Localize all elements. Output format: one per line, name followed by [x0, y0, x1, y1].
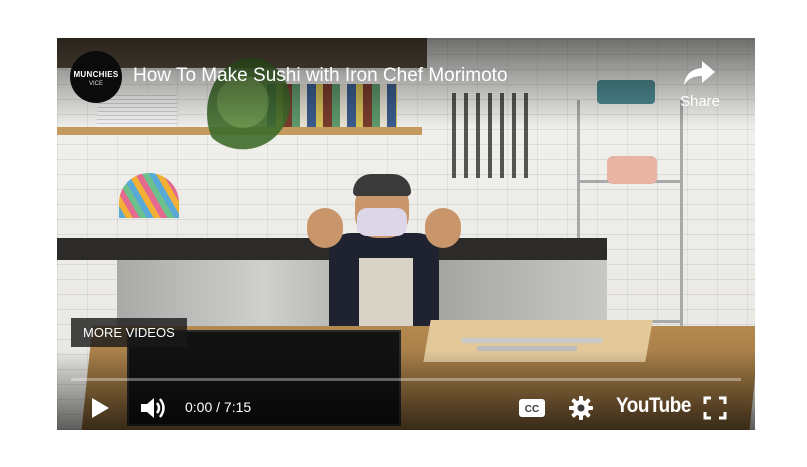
- fullscreen-button[interactable]: [699, 388, 731, 428]
- channel-avatar-subtext: VICE: [88, 81, 103, 87]
- share-arrow-icon: [684, 61, 715, 85]
- volume-button[interactable]: [135, 388, 171, 428]
- share-label: Share: [679, 93, 721, 110]
- more-videos-button[interactable]: MORE VIDEOS: [71, 318, 187, 347]
- channel-avatar[interactable]: MUNCHIES VICE: [70, 51, 122, 103]
- youtube-logo[interactable]: YouTube: [616, 394, 691, 418]
- gear-icon: [569, 396, 593, 420]
- scene-knife: [462, 338, 602, 343]
- share-button[interactable]: Share: [665, 58, 735, 110]
- svg-text:CC: CC: [525, 404, 539, 415]
- play-button[interactable]: [83, 388, 117, 428]
- video-title[interactable]: How To Make Sushi with Iron Chef Morimot…: [133, 65, 508, 87]
- scene-pink-pot: [607, 156, 657, 184]
- progress-bar[interactable]: [71, 378, 741, 381]
- captions-icon: CC: [519, 399, 545, 417]
- control-bar: 0:00 / 7:15 CC YouTube: [57, 388, 755, 430]
- volume-icon: [141, 398, 165, 418]
- settings-button[interactable]: [563, 388, 599, 428]
- fullscreen-icon: [703, 396, 727, 420]
- play-icon: [92, 398, 109, 418]
- time-display: 0:00 / 7:15: [185, 399, 252, 415]
- channel-avatar-text: MUNCHIES: [73, 70, 119, 79]
- captions-button[interactable]: CC: [515, 388, 549, 428]
- video-player[interactable]: MUNCHIES VICE How To Make Sushi with Iro…: [57, 38, 755, 430]
